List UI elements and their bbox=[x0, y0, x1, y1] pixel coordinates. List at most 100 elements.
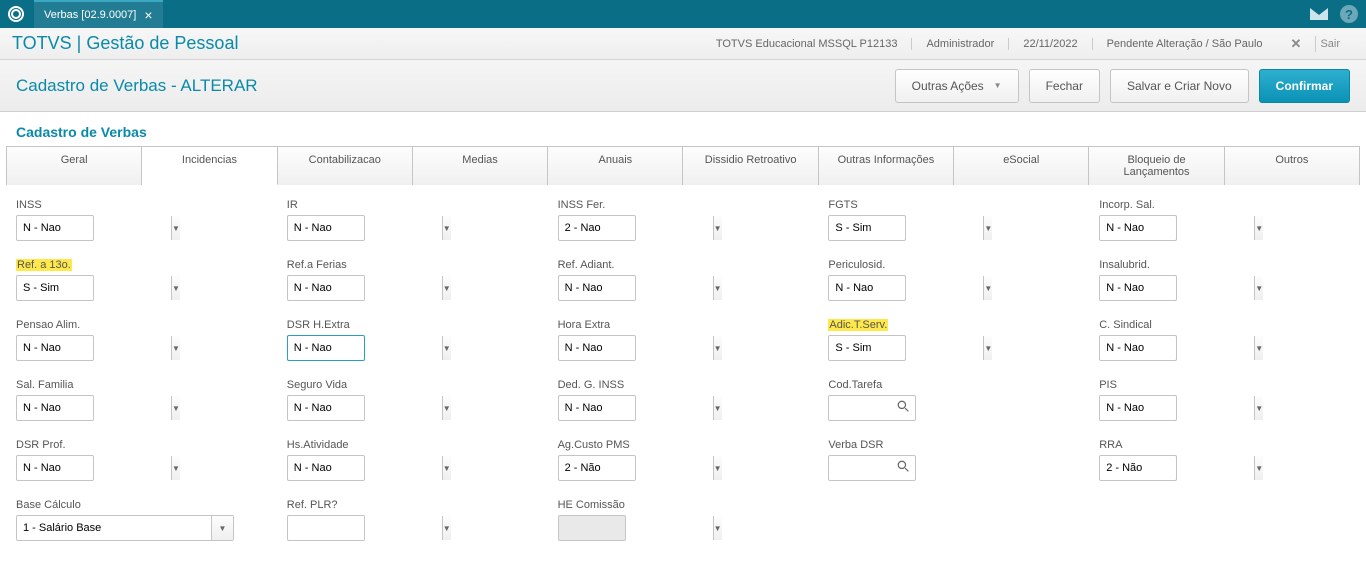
chevron-down-icon[interactable]: ▼ bbox=[1254, 336, 1263, 360]
input-hora-extra[interactable] bbox=[559, 336, 713, 360]
input-ref-plr[interactable] bbox=[288, 516, 442, 540]
input-ref-adiant[interactable] bbox=[559, 276, 713, 300]
combo-ag-custo-pms[interactable]: ▼ bbox=[558, 455, 636, 481]
input-pensao-alim[interactable] bbox=[17, 336, 171, 360]
search-icon[interactable] bbox=[897, 400, 910, 413]
input-incorp-sal[interactable] bbox=[1100, 216, 1254, 240]
combo-dsr-prof[interactable]: ▼ bbox=[16, 455, 94, 481]
combo-he-comissao[interactable]: ▼ bbox=[558, 515, 626, 541]
chevron-down-icon[interactable]: ▼ bbox=[1254, 276, 1263, 300]
combo-fgts[interactable]: ▼ bbox=[828, 215, 906, 241]
input-he-comissao[interactable] bbox=[559, 516, 713, 540]
fechar-button[interactable]: Fechar bbox=[1029, 69, 1100, 103]
input-fgts[interactable] bbox=[829, 216, 983, 240]
chevron-down-icon[interactable]: ▼ bbox=[713, 336, 722, 360]
salvar-criar-novo-button[interactable]: Salvar e Criar Novo bbox=[1110, 69, 1249, 103]
combo-dsr-hextra[interactable]: ▼ bbox=[287, 335, 365, 361]
combo-inss-fer[interactable]: ▼ bbox=[558, 215, 636, 241]
input-ref-ferias[interactable] bbox=[288, 276, 442, 300]
combo-pis[interactable]: ▼ bbox=[1099, 395, 1177, 421]
chevron-down-icon[interactable]: ▼ bbox=[171, 456, 180, 480]
tab-dissidio[interactable]: Dissidio Retroativo bbox=[683, 146, 818, 185]
chevron-down-icon[interactable]: ▼ bbox=[713, 456, 722, 480]
input-insalubrid[interactable] bbox=[1100, 276, 1254, 300]
input-ir[interactable] bbox=[288, 216, 442, 240]
combo-incorp-sal[interactable]: ▼ bbox=[1099, 215, 1177, 241]
chevron-down-icon[interactable]: ▼ bbox=[171, 276, 180, 300]
input-pis[interactable] bbox=[1100, 396, 1254, 420]
tab-esocial[interactable]: eSocial bbox=[954, 146, 1089, 185]
chevron-down-icon[interactable]: ▼ bbox=[171, 216, 180, 240]
tab-bloqueio[interactable]: Bloqueio de Lançamentos bbox=[1089, 146, 1224, 185]
combo-ref-13[interactable]: ▼ bbox=[16, 275, 94, 301]
help-icon[interactable]: ? bbox=[1340, 5, 1358, 23]
combo-ref-plr[interactable]: ▼ bbox=[287, 515, 365, 541]
input-hs-atividade[interactable] bbox=[288, 456, 442, 480]
outras-acoes-button[interactable]: Outras Ações bbox=[895, 69, 1019, 103]
combo-inss[interactable]: ▼ bbox=[16, 215, 94, 241]
mail-icon[interactable] bbox=[1310, 8, 1328, 20]
input-c-sindical[interactable] bbox=[1100, 336, 1254, 360]
combo-ir[interactable]: ▼ bbox=[287, 215, 365, 241]
input-ag-custo-pms[interactable] bbox=[559, 456, 713, 480]
tab-outras-info[interactable]: Outras Informações bbox=[819, 146, 954, 185]
input-ref-13[interactable] bbox=[17, 276, 171, 300]
input-periculosid[interactable] bbox=[829, 276, 983, 300]
combo-periculosid[interactable]: ▼ bbox=[828, 275, 906, 301]
combo-sal-familia[interactable]: ▼ bbox=[16, 395, 94, 421]
close-icon[interactable]: × bbox=[144, 7, 152, 23]
tab-contabilizacao[interactable]: Contabilizacao bbox=[278, 146, 413, 185]
search-icon[interactable] bbox=[897, 460, 910, 473]
window-tab[interactable]: Verbas [02.9.0007] × bbox=[34, 0, 163, 28]
tab-medias[interactable]: Medias bbox=[413, 146, 548, 185]
combo-ded-g-inss[interactable]: ▼ bbox=[558, 395, 636, 421]
input-base-calculo[interactable] bbox=[17, 516, 211, 540]
combo-hora-extra[interactable]: ▼ bbox=[558, 335, 636, 361]
chevron-down-icon[interactable]: ▼ bbox=[171, 396, 180, 420]
tab-geral[interactable]: Geral bbox=[6, 146, 142, 185]
combo-rra[interactable]: ▼ bbox=[1099, 455, 1177, 481]
combo-base-calculo[interactable]: ▼ bbox=[16, 515, 234, 541]
chevron-down-icon[interactable]: ▼ bbox=[211, 516, 233, 540]
input-seguro-vida[interactable] bbox=[288, 396, 442, 420]
chevron-down-icon[interactable]: ▼ bbox=[442, 396, 451, 420]
chevron-down-icon[interactable]: ▼ bbox=[983, 216, 992, 240]
chevron-down-icon[interactable]: ▼ bbox=[713, 396, 722, 420]
chevron-down-icon[interactable]: ▼ bbox=[442, 336, 451, 360]
chevron-down-icon[interactable]: ▼ bbox=[442, 456, 451, 480]
combo-insalubrid[interactable]: ▼ bbox=[1099, 275, 1177, 301]
chevron-down-icon[interactable]: ▼ bbox=[442, 216, 451, 240]
combo-ref-adiant[interactable]: ▼ bbox=[558, 275, 636, 301]
combo-pensao-alim[interactable]: ▼ bbox=[16, 335, 94, 361]
chevron-down-icon[interactable]: ▼ bbox=[1254, 456, 1263, 480]
chevron-down-icon[interactable]: ▼ bbox=[713, 216, 722, 240]
search-cod-tarefa[interactable] bbox=[828, 395, 916, 421]
combo-adic-tserv[interactable]: ▼ bbox=[828, 335, 906, 361]
tab-anuais[interactable]: Anuais bbox=[548, 146, 683, 185]
input-inss-fer[interactable] bbox=[559, 216, 713, 240]
input-adic-tserv[interactable] bbox=[829, 336, 983, 360]
chevron-down-icon[interactable]: ▼ bbox=[442, 516, 451, 540]
combo-hs-atividade[interactable]: ▼ bbox=[287, 455, 365, 481]
input-sal-familia[interactable] bbox=[17, 396, 171, 420]
input-dsr-prof[interactable] bbox=[17, 456, 171, 480]
chevron-down-icon[interactable]: ▼ bbox=[1254, 216, 1263, 240]
combo-c-sindical[interactable]: ▼ bbox=[1099, 335, 1177, 361]
chevron-down-icon[interactable]: ▼ bbox=[713, 516, 722, 540]
search-verba-dsr[interactable] bbox=[828, 455, 916, 481]
input-dsr-hextra[interactable] bbox=[288, 336, 442, 360]
tab-incidencias[interactable]: Incidencias bbox=[142, 146, 277, 185]
confirmar-button[interactable]: Confirmar bbox=[1259, 69, 1350, 103]
input-inss[interactable] bbox=[17, 216, 171, 240]
combo-seguro-vida[interactable]: ▼ bbox=[287, 395, 365, 421]
chevron-down-icon[interactable]: ▼ bbox=[983, 276, 992, 300]
exit-button[interactable]: ✕ Sair bbox=[1291, 36, 1354, 52]
input-ded-g-inss[interactable] bbox=[559, 396, 713, 420]
chevron-down-icon[interactable]: ▼ bbox=[171, 336, 180, 360]
chevron-down-icon[interactable]: ▼ bbox=[713, 276, 722, 300]
chevron-down-icon[interactable]: ▼ bbox=[983, 336, 992, 360]
combo-ref-ferias[interactable]: ▼ bbox=[287, 275, 365, 301]
tab-outros[interactable]: Outros bbox=[1225, 146, 1360, 185]
chevron-down-icon[interactable]: ▼ bbox=[1254, 396, 1263, 420]
input-rra[interactable] bbox=[1100, 456, 1254, 480]
